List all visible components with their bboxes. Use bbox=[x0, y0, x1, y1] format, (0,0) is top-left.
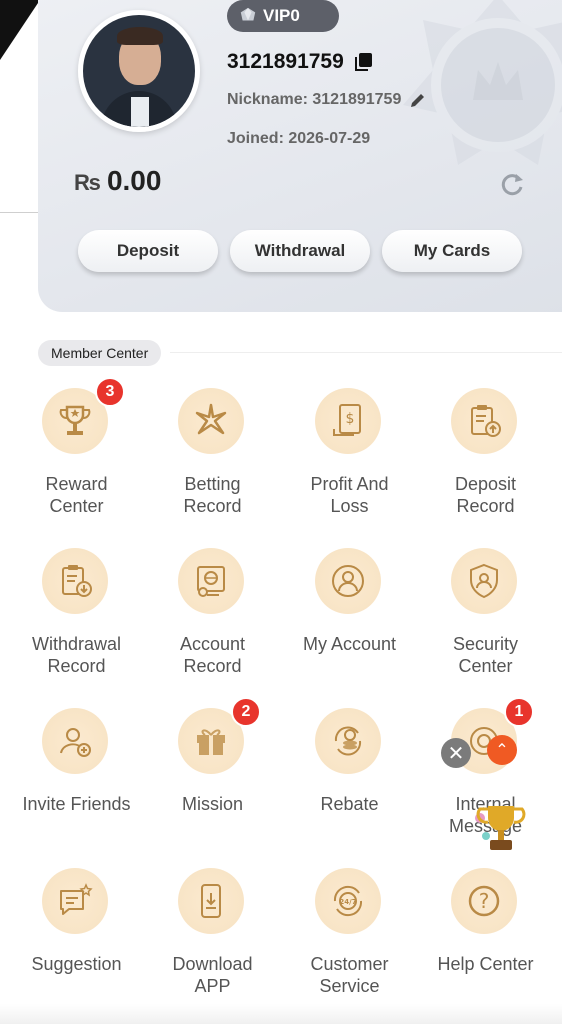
menu-item-deposit-record[interactable]: Deposit Record bbox=[417, 385, 554, 525]
currency-symbol: ₨ bbox=[74, 170, 101, 195]
message-badge: 1 bbox=[504, 697, 534, 727]
my-cards-button[interactable]: My Cards bbox=[382, 230, 522, 272]
edit-pencil-icon[interactable] bbox=[409, 91, 427, 109]
nickname: Nickname: 3121891759 bbox=[227, 91, 402, 108]
backdrop-corner bbox=[0, 0, 40, 60]
chat-star-icon bbox=[42, 868, 108, 934]
question-circle-icon: ? bbox=[451, 868, 517, 934]
menu-label: Withdrawal Record bbox=[31, 634, 122, 676]
menu-label: Invite Friends bbox=[22, 794, 131, 814]
clipboard-upload-icon bbox=[451, 388, 517, 454]
menu-label: Suggestion bbox=[31, 954, 122, 974]
menu-label: Rebate bbox=[320, 794, 379, 814]
user-circle-icon bbox=[315, 548, 381, 614]
copy-icon[interactable] bbox=[354, 52, 374, 72]
menu-label: Security Center bbox=[452, 634, 519, 676]
menu-item-withdrawal-record[interactable]: Withdrawal Record bbox=[8, 545, 145, 685]
vip-label: VIP0 bbox=[263, 6, 300, 25]
nickname-row: Nickname: 3121891759 bbox=[227, 91, 427, 109]
balance: ₨ 0.00 bbox=[74, 165, 161, 197]
backdrop-divider bbox=[0, 212, 38, 213]
menu-label: Help Center bbox=[437, 954, 534, 974]
menu-item-invite-friends[interactable]: Invite Friends bbox=[8, 705, 145, 845]
user-id-row: 3121891759 bbox=[227, 50, 374, 74]
menu-item-account-record[interactable]: Account Record bbox=[144, 545, 281, 685]
menu-item-suggestion[interactable]: Suggestion bbox=[8, 865, 145, 1005]
sparkle-icon bbox=[178, 388, 244, 454]
menu-label: Deposit Record bbox=[454, 474, 517, 516]
menu-item-profit-loss[interactable]: $ Profit And Loss bbox=[281, 385, 418, 525]
menu-label: Reward Center bbox=[45, 474, 108, 516]
withdrawal-button[interactable]: Withdrawal bbox=[230, 230, 370, 272]
section-divider bbox=[170, 352, 562, 353]
menu-item-security-center[interactable]: Security Center bbox=[417, 545, 554, 685]
section-title: Member Center bbox=[38, 340, 162, 366]
menu-item-betting-record[interactable]: Betting Record bbox=[144, 385, 281, 525]
user-id: 3121891759 bbox=[227, 50, 344, 73]
user-add-icon bbox=[42, 708, 108, 774]
balance-amount: 0.00 bbox=[106, 165, 162, 196]
menu-item-rebate[interactable]: Rebate bbox=[281, 705, 418, 845]
float-scroll-up-button[interactable]: ⌃ bbox=[487, 735, 517, 765]
member-page: VIP0 3121891759 Nickname: 3121891759 Joi… bbox=[0, 0, 562, 1024]
receipt-dollar-icon: $ bbox=[315, 388, 381, 454]
clipboard-download-icon bbox=[42, 548, 108, 614]
vip-medal-icon bbox=[403, 0, 562, 165]
coins-cycle-icon bbox=[315, 708, 381, 774]
deposit-button[interactable]: Deposit bbox=[78, 230, 218, 272]
bottom-fade bbox=[0, 1004, 562, 1024]
svg-text:$: $ bbox=[346, 411, 355, 427]
joined-date: Joined: 2026-07-29 bbox=[227, 130, 371, 147]
floating-trophy-icon[interactable] bbox=[470, 800, 530, 855]
action-buttons: Deposit Withdrawal My Cards bbox=[78, 230, 522, 272]
menu-label: My Account bbox=[302, 634, 397, 654]
reward-badge: 3 bbox=[95, 377, 125, 407]
menu-label: Mission bbox=[181, 794, 243, 814]
phone-download-icon bbox=[178, 868, 244, 934]
mission-badge: 2 bbox=[231, 697, 261, 727]
menu-item-mission[interactable]: 2 Mission bbox=[144, 697, 281, 845]
float-close-button[interactable]: ✕ bbox=[441, 738, 471, 768]
avatar[interactable] bbox=[78, 10, 200, 132]
shield-user-icon bbox=[451, 548, 517, 614]
svg-text:?: ? bbox=[479, 889, 490, 913]
menu-label: Customer Service bbox=[310, 954, 389, 996]
menu-label: Download APP bbox=[172, 954, 253, 996]
menu-item-my-account[interactable]: My Account bbox=[281, 545, 418, 685]
support-24-7-icon: 24/7 bbox=[315, 868, 381, 934]
svg-text:24/7: 24/7 bbox=[339, 898, 356, 906]
vip-gem-icon bbox=[240, 7, 256, 21]
menu-item-reward-center[interactable]: 3 Reward Center bbox=[8, 377, 145, 525]
refresh-icon[interactable] bbox=[498, 170, 526, 198]
menu-item-help-center[interactable]: ? Help Center bbox=[417, 865, 554, 1005]
menu-label: Account Record bbox=[179, 634, 246, 676]
menu-label: Betting Record bbox=[183, 474, 242, 516]
monitor-chart-icon bbox=[178, 548, 244, 614]
profile-card: VIP0 3121891759 Nickname: 3121891759 Joi… bbox=[38, 0, 562, 312]
menu-item-customer-service[interactable]: 24/7 Customer Service bbox=[281, 865, 418, 1005]
menu-label: Profit And Loss bbox=[310, 474, 389, 516]
vip-badge[interactable]: VIP0 bbox=[227, 0, 339, 32]
menu-item-download-app[interactable]: Download APP bbox=[144, 865, 281, 1005]
